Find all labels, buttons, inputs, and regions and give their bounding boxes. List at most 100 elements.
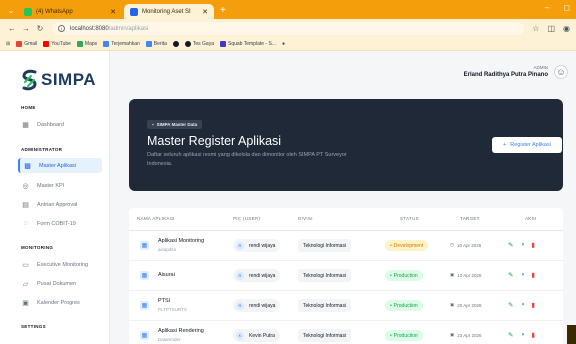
user-icon: K bbox=[236, 331, 244, 340]
calendar-icon: ▣ bbox=[22, 299, 29, 307]
database-icon: ▪ bbox=[152, 122, 154, 127]
edit-icon[interactable]: ✎ bbox=[508, 271, 513, 279]
sidebar-item-executive-monitoring[interactable]: ▭ Executive Monitoring bbox=[18, 257, 102, 272]
hero-banner: ▪ SIMPA Master Data Master Register Apli… bbox=[129, 99, 563, 191]
main-content: ADMIN Erland Radithya Putra Pinano ☺ ▪ S… bbox=[110, 51, 576, 344]
url-input[interactable]: i localhost:8080/admin/aplikasi bbox=[52, 22, 525, 35]
section-monitoring: MONITORING bbox=[21, 245, 54, 250]
table-row[interactable]: ▦ Aplikasi Rendering Datarender K Kevin P… bbox=[129, 321, 563, 344]
target-date: ▣ 10 Apr 2026 bbox=[450, 272, 482, 278]
col-header-pic[interactable]: PIC (USER) bbox=[233, 216, 260, 221]
apps-grid-icon[interactable]: ⊞ bbox=[6, 41, 10, 47]
col-header-divisi[interactable]: DIVISI bbox=[298, 216, 313, 221]
app-icon: ▦ bbox=[140, 241, 149, 250]
youtube-icon bbox=[43, 41, 50, 47]
app-code: Datarender bbox=[158, 337, 181, 342]
pic-chip: K Kevin Putra bbox=[233, 329, 280, 342]
window-controls: – ◻ bbox=[545, 3, 570, 12]
delete-icon[interactable]: ▮ bbox=[531, 331, 535, 339]
col-header-nama[interactable]: NAMA APLIKASI bbox=[137, 216, 175, 221]
view-icon[interactable]: ◑ bbox=[520, 301, 524, 309]
bookmark-news[interactable]: Berita bbox=[145, 41, 167, 47]
scrollbar[interactable] bbox=[567, 325, 576, 344]
split-view-icon[interactable]: ◫ bbox=[547, 24, 555, 33]
whatsapp-icon bbox=[24, 7, 32, 16]
clipboard-icon: ▤ bbox=[22, 201, 29, 209]
profile-icon[interactable]: ◉ bbox=[563, 24, 570, 33]
browser-tab-bar: ⌄ (4) WhatsApp ✕ Monitoring Aset SI ✕ + … bbox=[0, 0, 576, 19]
new-tab-button[interactable]: + bbox=[220, 5, 226, 16]
sidebar-item-kalender-progres[interactable]: ▣ Kalender Progres bbox=[18, 295, 102, 310]
division-chip: Teknologi Informasi bbox=[298, 239, 352, 252]
app-code: aisapdita bbox=[158, 247, 177, 252]
view-icon[interactable]: ◑ bbox=[520, 241, 524, 249]
avatar[interactable]: ☺ bbox=[554, 65, 568, 79]
button-label: Register Aplikasi bbox=[510, 142, 551, 148]
page-description: Daftar seluruh aplikasi resmi yang dikel… bbox=[147, 152, 347, 167]
user-info[interactable]: ADMIN Erland Radithya Putra Pinano bbox=[464, 65, 548, 78]
app-name: Aisurai bbox=[158, 272, 175, 278]
browser-tab-monitoring[interactable]: Monitoring Aset SI ✕ bbox=[124, 4, 214, 19]
edit-icon[interactable]: ✎ bbox=[508, 301, 513, 309]
register-aplikasi-button[interactable]: + Register Aplikasi bbox=[492, 137, 562, 153]
user-role: ADMIN bbox=[533, 65, 549, 70]
bookmark-github[interactable] bbox=[172, 41, 179, 47]
star-icon[interactable]: ☆ bbox=[532, 24, 539, 33]
bookmark-youtube[interactable]: YouTube bbox=[43, 41, 71, 47]
delete-icon[interactable]: ▮ bbox=[531, 271, 535, 279]
division-chip: Teknologi Informasi bbox=[298, 269, 352, 282]
bookmark-template[interactable]: Squab Template - S... bbox=[219, 41, 276, 47]
sidebar-item-form-cobit[interactable]: ◌ Form COBIT-19 bbox=[18, 216, 102, 231]
sidebar-item-antrian-approval[interactable]: ▤ Antrian Approval bbox=[18, 197, 102, 212]
delete-icon[interactable]: ▮ bbox=[531, 241, 535, 249]
minimize-icon[interactable]: – bbox=[545, 3, 549, 12]
logo[interactable]: SIMPA bbox=[21, 68, 96, 92]
forward-icon[interactable]: → bbox=[20, 24, 32, 33]
table-row[interactable]: ▦ Aplikasi Monitoring aisapdita Rrendi w… bbox=[129, 231, 563, 261]
maps-icon bbox=[76, 41, 83, 47]
close-icon[interactable]: ✕ bbox=[110, 8, 116, 16]
status-badge: • Production bbox=[385, 300, 423, 311]
user-name: Erland Radithya Putra Pinano bbox=[463, 72, 548, 78]
row-actions: ✎ ◑ ▮ bbox=[508, 271, 535, 279]
reload-icon[interactable]: ↻ bbox=[34, 24, 46, 33]
sidebar-item-dashboard[interactable]: ▦ Dashboard bbox=[18, 117, 102, 132]
sidebar-item-pusat-dokumen[interactable]: ▱ Pusat Dokumen bbox=[18, 276, 102, 291]
simpa-logo-icon bbox=[22, 69, 37, 91]
translate-icon bbox=[103, 41, 110, 47]
view-icon[interactable]: ◑ bbox=[520, 271, 524, 279]
user-icon: R bbox=[236, 301, 244, 310]
edit-icon[interactable]: ✎ bbox=[508, 241, 513, 249]
browser-menu-icon[interactable]: ⌄ bbox=[4, 3, 18, 17]
bookmark-gmail[interactable]: Gmail bbox=[16, 41, 37, 47]
col-header-aksi: AKSI bbox=[525, 216, 537, 221]
close-icon[interactable]: ✕ bbox=[202, 8, 208, 16]
col-header-status[interactable]: STATUS bbox=[400, 216, 419, 221]
dot-icon: • bbox=[390, 332, 392, 339]
github-icon[interactable]: ● bbox=[282, 41, 285, 47]
browser-tab-whatsapp[interactable]: (4) WhatsApp ✕ bbox=[18, 4, 122, 19]
bookmarks-bar: ⊞ Gmail YouTube Maps Terjemahkan Berita … bbox=[0, 38, 576, 51]
view-icon[interactable]: ◑ bbox=[520, 331, 524, 339]
github-icon bbox=[172, 41, 179, 47]
delete-icon[interactable]: ▮ bbox=[531, 301, 535, 309]
bookmark-tes-gaya[interactable]: Tes Gaya bbox=[184, 41, 214, 47]
edit-icon[interactable]: ✎ bbox=[508, 331, 513, 339]
sidebar-item-master-kpi[interactable]: ◎ Master KPI bbox=[18, 178, 102, 193]
col-header-target[interactable]: TARGET bbox=[460, 216, 480, 221]
plus-icon: + bbox=[503, 142, 507, 148]
sidebar: SIMPA HOME ▦ Dashboard ADMINISTRATOR ▩ M… bbox=[0, 51, 110, 344]
sidebar-item-label: Dashboard bbox=[37, 121, 64, 128]
table-row[interactable]: ▦ Aisurai Rrendi wijaya Teknologi Inform… bbox=[129, 261, 563, 291]
template-icon bbox=[219, 41, 226, 47]
maximize-icon[interactable]: ◻ bbox=[563, 3, 570, 12]
section-home: HOME bbox=[21, 105, 36, 110]
calendar-icon: ▣ bbox=[450, 272, 455, 277]
gmail-icon bbox=[16, 41, 23, 47]
sidebar-item-master-aplikasi[interactable]: ▩ Master Aplikasi bbox=[18, 158, 102, 173]
table-row[interactable]: ▦ PTSI PLTPTSURTS Rrendi wijaya Teknolog… bbox=[129, 291, 563, 321]
back-icon[interactable]: ← bbox=[6, 24, 18, 33]
bookmark-maps[interactable]: Maps bbox=[76, 41, 97, 47]
bookmark-translate[interactable]: Terjemahkan bbox=[103, 41, 140, 47]
info-icon[interactable]: i bbox=[58, 25, 65, 32]
